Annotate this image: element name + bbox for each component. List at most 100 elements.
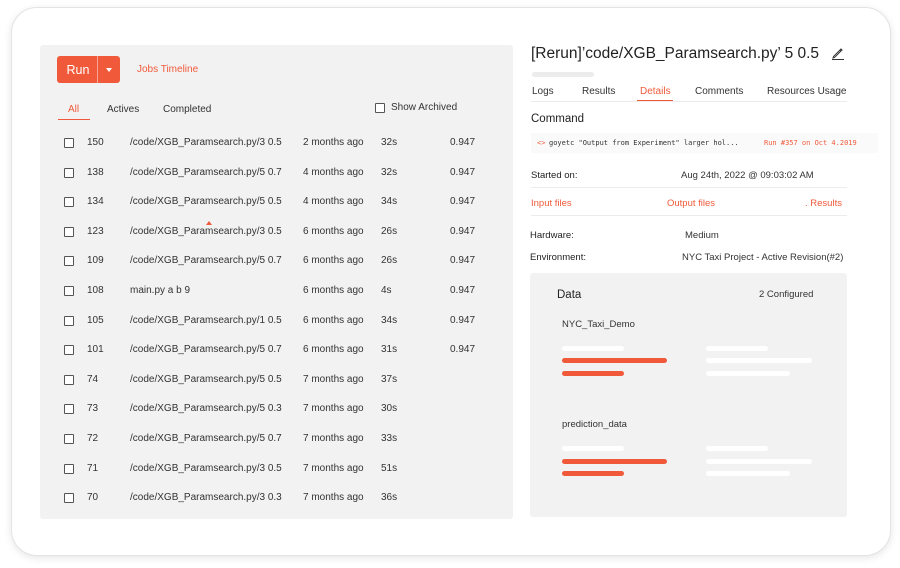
row-checkbox[interactable] — [64, 434, 74, 444]
job-age: 6 months ago — [303, 285, 364, 296]
table-row[interactable]: 138/code/XGB_Paramsearch.py/5 0.7 4 month… — [40, 163, 513, 183]
job-command[interactable]: /code/XGB_Paramsearch.py/3 0.5 — [130, 137, 282, 148]
job-command[interactable]: /code/XGB_Paramsearch.py/5 0.7 — [130, 344, 282, 355]
sort-indicator-icon[interactable] — [206, 221, 212, 225]
job-duration: 37s — [381, 374, 398, 385]
table-row[interactable]: 72/code/XGB_Paramsearch.py/5 0.7 7 months… — [40, 429, 513, 449]
table-row[interactable]: 74/code/XGB_Paramsearch.py/5 0.5 7 months… — [40, 370, 513, 390]
show-archived-checkbox[interactable] — [375, 102, 385, 113]
table-row[interactable]: 105/code/XGB_Paramsearch.py/1 0.5 6 month… — [40, 311, 513, 331]
data-panel — [530, 273, 847, 517]
data-configured-count: 2 Configured — [759, 289, 814, 300]
row-checkbox[interactable] — [64, 256, 74, 266]
skeleton-bar — [706, 459, 812, 464]
job-command[interactable]: main.py a b 9 — [130, 285, 190, 296]
run-dropdown-toggle[interactable] — [98, 67, 120, 72]
job-command[interactable]: /code/XGB_Paramsearch.py/1 0.5 — [130, 315, 282, 326]
job-id: 70 — [87, 492, 99, 503]
row-checkbox[interactable] — [64, 286, 74, 296]
tab-actives[interactable]: Actives — [107, 104, 139, 115]
tab-details-indicator — [637, 100, 673, 101]
skeleton-bar-accent — [562, 459, 667, 464]
row-checkbox[interactable] — [64, 197, 74, 207]
command-run-link[interactable]: Run #357 on Oct 4.2019 — [764, 139, 857, 147]
job-id: 109 — [87, 255, 104, 266]
row-checkbox[interactable] — [64, 138, 74, 148]
job-command[interactable]: /code/XGB_Paramsearch.py/5 0.3 — [130, 403, 282, 414]
run-button[interactable]: Run — [57, 56, 120, 83]
job-command[interactable]: /code/XGB_Paramsearch.py/5 0.7 — [130, 255, 282, 266]
job-duration: 4s — [381, 285, 392, 296]
tab-details[interactable]: Details — [640, 86, 671, 97]
row-checkbox[interactable] — [64, 375, 74, 385]
table-row[interactable]: 71/code/XGB_Paramsearch.py/3 0.5 7 months… — [40, 459, 513, 479]
row-checkbox[interactable] — [64, 316, 74, 326]
job-command[interactable]: /code/XGB_Paramsearch.py/3 0.5 — [130, 226, 282, 237]
job-duration: 31s — [381, 344, 398, 355]
job-duration: 30s — [381, 403, 398, 414]
job-command[interactable]: /code/XGB_Paramsearch.py/5 0.5 — [130, 374, 282, 385]
tab-comments[interactable]: Comments — [695, 86, 743, 97]
job-score: 0.947 — [450, 285, 476, 296]
skeleton-bar — [706, 446, 768, 451]
row-checkbox[interactable] — [64, 493, 74, 503]
tab-all[interactable]: All — [68, 104, 79, 115]
run-button-label: Run — [66, 62, 90, 77]
job-command[interactable]: /code/XGB_Paramsearch.py/5 0.7 — [130, 167, 282, 178]
table-row[interactable]: 73/code/XGB_Paramsearch.py/5 0.3 7 months… — [40, 399, 513, 419]
job-duration: 32s — [381, 167, 398, 178]
show-archived-label: Show Archived — [391, 102, 458, 113]
job-id: 123 — [87, 226, 104, 237]
job-command[interactable]: /code/XGB_Paramsearch.py/3 0.5 — [130, 463, 282, 474]
job-id: 101 — [87, 344, 104, 355]
skeleton-bar-accent — [562, 371, 624, 376]
job-age: 2 months ago — [303, 137, 364, 148]
tab-logs[interactable]: Logs — [532, 86, 554, 97]
tab-completed[interactable]: Completed — [163, 104, 211, 115]
row-checkbox[interactable] — [64, 404, 74, 414]
environment-label: Environment: — [530, 252, 586, 263]
results-link[interactable]: . Results — [805, 198, 842, 209]
environment-value: NYC Taxi Project - Active Revision(#2) — [682, 252, 844, 263]
skeleton-bar-accent — [562, 471, 624, 476]
page-title: [Rerun]’code/XGB_Paramsearch.py’ 5 0.5 — [531, 45, 820, 62]
row-checkbox[interactable] — [64, 168, 74, 178]
job-duration: 32s — [381, 137, 398, 148]
show-archived-toggle[interactable]: Show Archived — [375, 102, 457, 113]
input-files-link[interactable]: Input files — [531, 198, 572, 209]
job-id: 74 — [87, 374, 99, 385]
job-age: 6 months ago — [303, 344, 364, 355]
row-checkbox[interactable] — [64, 464, 74, 474]
output-files-link[interactable]: Output files — [667, 198, 715, 209]
job-command[interactable]: /code/XGB_Paramsearch.py/5 0.7 — [130, 433, 282, 444]
row-checkbox[interactable] — [64, 227, 74, 237]
job-id: 134 — [87, 196, 104, 207]
job-duration: 34s — [381, 315, 398, 326]
job-command[interactable]: /code/XGB_Paramsearch.py/5 0.5 — [130, 196, 282, 207]
row-checkbox[interactable] — [64, 345, 74, 355]
table-row[interactable]: 150/code/XGB_Paramsearch.py/3 0.5 2 month… — [40, 133, 513, 153]
job-command[interactable]: /code/XGB_Paramsearch.py/3 0.3 — [130, 492, 282, 503]
tab-resources-usage[interactable]: Resources Usage — [767, 86, 846, 97]
jobs-timeline-link[interactable]: Jobs Timeline — [137, 64, 198, 75]
tab-results[interactable]: Results — [582, 86, 615, 97]
job-duration: 36s — [381, 492, 398, 503]
table-row[interactable]: 123/code/XGB_Paramsearch.py/3 0.5 6 month… — [40, 222, 513, 242]
job-age: 7 months ago — [303, 433, 364, 444]
command-text: goyetc "Output from Experiment" larger h… — [549, 139, 739, 147]
job-score: 0.947 — [450, 315, 476, 326]
skeleton-bar — [562, 346, 624, 351]
skeleton-bar — [706, 358, 812, 363]
table-row[interactable]: 101/code/XGB_Paramsearch.py/5 0.7 6 month… — [40, 340, 513, 360]
dataset-name[interactable]: prediction_data — [562, 419, 627, 430]
command-heading: Command — [531, 113, 585, 125]
tabs-divider — [531, 101, 847, 102]
chevron-down-icon — [106, 67, 112, 72]
edit-icon[interactable] — [831, 46, 845, 60]
table-row[interactable]: 109/code/XGB_Paramsearch.py/5 0.7 6 month… — [40, 251, 513, 271]
table-row[interactable]: 70/code/XGB_Paramsearch.py/3 0.3 7 months… — [40, 488, 513, 508]
skeleton-bar — [706, 471, 790, 476]
table-row[interactable]: 108 main.py a b 9 6 months ago 4s 0.947 — [40, 281, 513, 301]
table-row[interactable]: 134/code/XGB_Paramsearch.py/5 0.5 4 month… — [40, 192, 513, 212]
dataset-name[interactable]: NYC_Taxi_Demo — [562, 319, 635, 330]
